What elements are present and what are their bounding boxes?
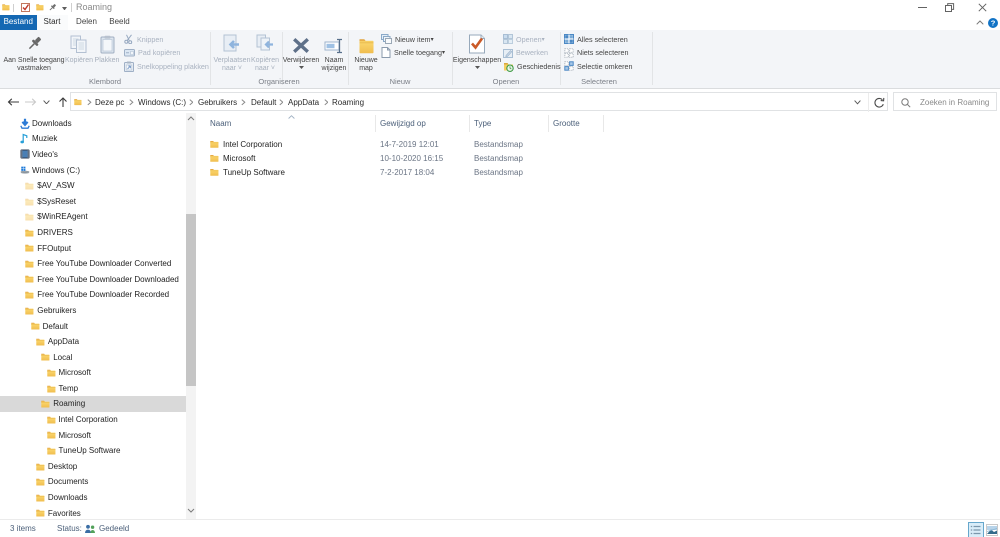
svg-text:?: ? <box>991 18 996 27</box>
